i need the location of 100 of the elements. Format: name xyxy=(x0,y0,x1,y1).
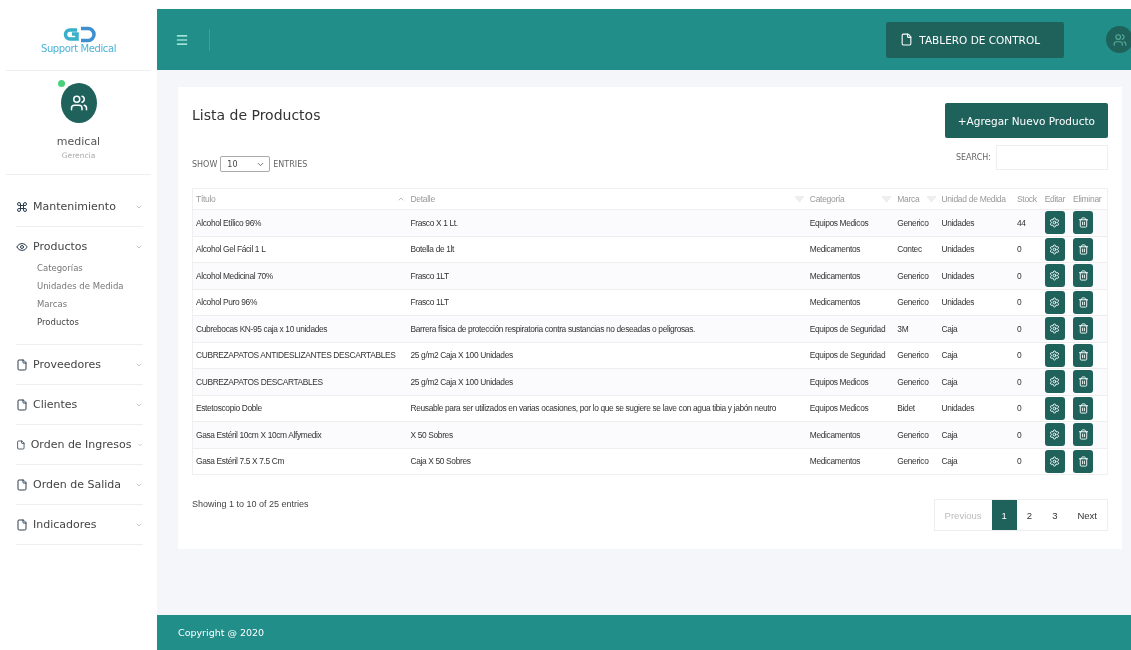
submenu-item[interactable]: Unidades de Medida xyxy=(16,277,143,295)
table-cell: Unidades xyxy=(938,209,1014,236)
trash-icon xyxy=(1077,402,1089,414)
table-cell: Unidades xyxy=(938,262,1014,289)
edit-button[interactable] xyxy=(1044,290,1065,314)
logo-icon xyxy=(61,25,96,43)
table-cell: Unidades xyxy=(938,395,1014,422)
table-cell: Equipos Medicos xyxy=(806,368,895,395)
table-cell: Equipos de Seguridad xyxy=(806,342,895,369)
page-title: Lista de Productos xyxy=(192,107,321,123)
delete-button[interactable] xyxy=(1073,290,1094,314)
gear-icon xyxy=(1049,376,1061,388)
edit-button[interactable] xyxy=(1044,211,1065,235)
trash-icon xyxy=(1077,243,1089,255)
table-cell: Generico xyxy=(894,368,939,395)
table-cell: Alcohol Etílico 96% xyxy=(192,209,408,236)
edit-button[interactable] xyxy=(1044,237,1065,261)
gear-icon xyxy=(1049,455,1061,467)
table-cell: 0 xyxy=(1014,395,1042,422)
table-cell: Caja X 50 Sobres xyxy=(407,448,807,475)
edit-button[interactable] xyxy=(1044,317,1065,341)
table-cell: Alcohol Gel Fácil 1 L xyxy=(192,236,408,263)
menu-icon[interactable] xyxy=(175,32,189,47)
delete-button[interactable] xyxy=(1073,343,1094,367)
table-cell: Contec xyxy=(894,236,939,263)
table-cell: Frasco 1LT xyxy=(407,289,807,316)
table-cell: Equipos de Seguridad xyxy=(806,315,895,342)
table-cell: Medicamentos xyxy=(806,448,895,475)
file-icon xyxy=(16,398,28,411)
table-cell: 25 g/m2 Caja X 100 Unidades xyxy=(407,368,807,395)
table-cell: 0 xyxy=(1014,448,1042,475)
table-cell: Frasco 1LT xyxy=(407,262,807,289)
pagination-button[interactable]: 1 xyxy=(991,500,1017,530)
menu-item[interactable]: Orden de Salida xyxy=(16,478,143,491)
delete-button[interactable] xyxy=(1073,237,1094,261)
table-cell: Caja xyxy=(938,368,1014,395)
copyright-text: Copyright @ 2020 xyxy=(178,627,265,638)
edit-button[interactable] xyxy=(1044,264,1065,288)
table-cell: Caja xyxy=(938,315,1014,342)
gear-icon xyxy=(1049,296,1061,308)
table-cell: Barrera física de protección respiratoria contra sustancias no deseadas o peligrosas. xyxy=(407,315,807,342)
table-cell: Medicamentos xyxy=(806,236,895,263)
trash-icon xyxy=(1077,270,1089,282)
table-cell: Caja xyxy=(938,421,1014,448)
edit-button[interactable] xyxy=(1044,396,1065,420)
trash-icon xyxy=(1077,349,1089,361)
table-cell: Bidet xyxy=(894,395,939,422)
table-cell: Caja xyxy=(938,342,1014,369)
edit-button[interactable] xyxy=(1044,370,1065,394)
table-cell: Generico xyxy=(894,421,939,448)
users-icon xyxy=(69,94,88,112)
trash-icon xyxy=(1077,217,1089,229)
table-cell: Alcohol Puro 96% xyxy=(192,289,408,316)
add-product-button[interactable]: +Agregar Nuevo Producto xyxy=(944,103,1108,138)
menu-item[interactable]: Clientes xyxy=(16,398,143,411)
edit-button[interactable] xyxy=(1044,449,1065,473)
menu-item[interactable]: Orden de Ingresos xyxy=(16,438,143,451)
gear-icon xyxy=(1049,323,1061,335)
entries-select[interactable]: 10 xyxy=(220,156,271,172)
delete-button[interactable] xyxy=(1073,423,1094,447)
delete-button[interactable] xyxy=(1073,264,1094,288)
file-icon xyxy=(16,358,28,371)
table-cell: 0 xyxy=(1014,342,1042,369)
delete-button[interactable] xyxy=(1073,396,1094,420)
table-cell: Generico xyxy=(894,262,939,289)
table-cell: Alcohol Medicinal 70% xyxy=(192,262,408,289)
users-icon xyxy=(1112,32,1127,47)
submenu-item[interactable]: Categorías xyxy=(16,259,143,277)
edit-button[interactable] xyxy=(1044,423,1065,447)
user-name: medical xyxy=(56,135,101,148)
submenu-item[interactable]: Marcas xyxy=(16,295,143,313)
trash-icon xyxy=(1077,455,1089,467)
delete-button[interactable] xyxy=(1073,370,1094,394)
table-cell: Medicamentos xyxy=(806,421,895,448)
table-cell: Generico xyxy=(894,448,939,475)
table-cell: Generico xyxy=(894,209,939,236)
file-icon xyxy=(16,518,28,531)
delete-button[interactable] xyxy=(1073,317,1094,341)
delete-button[interactable] xyxy=(1073,211,1094,235)
menu-item[interactable]: Indicadores xyxy=(16,518,143,531)
table-cell: 0 xyxy=(1014,289,1042,316)
gear-icon xyxy=(1049,243,1061,255)
table-cell: Unidades xyxy=(938,236,1014,263)
table-cell: Botella de 1lt xyxy=(407,236,807,263)
table-cell: Gasa Estéril 7.5 X 7.5 Cm xyxy=(192,448,408,475)
dashboard-button[interactable]: TABLERO DE CONTROL xyxy=(886,21,1064,58)
search-label: SEARCH: xyxy=(955,152,991,162)
table-cell: Estetoscopio Doble xyxy=(192,395,408,422)
table-cell: Caja xyxy=(938,448,1014,475)
submenu-item[interactable]: Productos xyxy=(16,313,143,331)
edit-button[interactable] xyxy=(1044,343,1065,367)
menu-item[interactable]: Mantenimiento xyxy=(16,200,143,213)
table-cell: Cubrebocas KN-95 caja x 10 unidades xyxy=(192,315,408,342)
menu-item[interactable]: Proveedores xyxy=(16,358,143,371)
entries-label: ENTRIES xyxy=(273,159,308,169)
trash-icon xyxy=(1077,376,1089,388)
delete-button[interactable] xyxy=(1073,449,1094,473)
table-cell: CUBREZAPATOS ANTIDESLIZANTES DESCARTABLES xyxy=(192,342,408,369)
table-cell: 25 g/m2 Caja X 100 Unidades xyxy=(407,342,807,369)
menu-item[interactable]: Productos xyxy=(16,240,143,253)
